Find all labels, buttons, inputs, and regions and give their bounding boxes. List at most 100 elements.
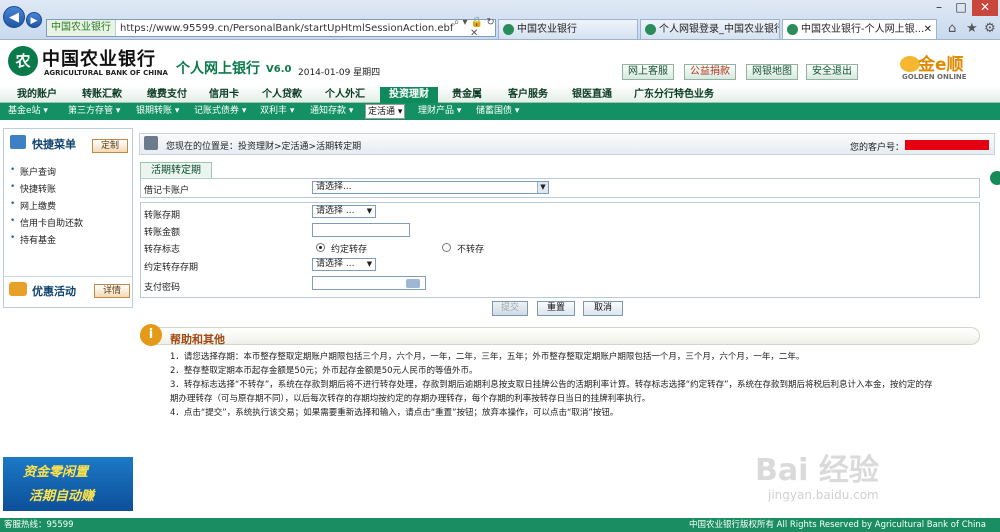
debit-card-select[interactable]: 请选择... ▼ (312, 181, 549, 194)
dropdown-arrow-icon: ▼ (537, 182, 548, 193)
help-title: 帮助和其他 (170, 333, 225, 346)
copyright: 中国农业银行版权所有 All Rights Reserved by Agricu… (688, 520, 986, 530)
subnav-bonds[interactable]: 记账式债券 ▾ (194, 104, 246, 119)
transfer-flag-label: 转存标志 (144, 245, 181, 255)
maximize-button[interactable]: □ (950, 0, 972, 16)
agreed-term-select[interactable]: 请选择 ... ▼ (312, 258, 376, 271)
sidebar-item-quick-transfer[interactable]: 快捷转账 (10, 182, 56, 195)
close-tab-icon[interactable]: ✕ (924, 20, 932, 39)
info-icon: i (140, 324, 162, 346)
subnav-savings-bond[interactable]: 储蓄国债 ▾ (476, 104, 519, 119)
favicon-icon (787, 24, 798, 35)
term-select[interactable]: 请选择 ... ▼ (312, 205, 376, 218)
tab-current-to-fixed[interactable]: 活期转定期 (140, 162, 212, 178)
footer: 客服热线：95599 中国农业银行版权所有 All Rights Reserve… (0, 518, 1000, 532)
settings-icon[interactable]: ⚙ (984, 21, 996, 36)
sidebar-item-account-query[interactable]: 账户查询 (10, 165, 56, 178)
promo-banner[interactable]: 资金零闲置 活期自动赚 (3, 457, 133, 511)
browser-tab-active[interactable]: 中国农业银行-个人网上银... ✕ (782, 19, 937, 39)
radio-no-rollover-label: 不转存 (457, 245, 485, 255)
hotline: 客服热线：95599 (4, 520, 74, 530)
floating-service-icon[interactable] (990, 171, 1000, 185)
nav-transfer[interactable]: 转账汇款 (72, 87, 132, 103)
reset-button[interactable]: 重置 (537, 301, 575, 316)
subnav-fund[interactable]: 基金e站 ▾ (8, 104, 48, 119)
subnav-wealth[interactable]: 理财产品 ▾ (418, 104, 461, 119)
sidebar-item-held-funds[interactable]: 持有基金 (10, 233, 56, 246)
bank-name: 中国农业银行 (42, 49, 156, 70)
nav-my-account[interactable]: 我的账户 (6, 87, 68, 103)
nav-credit-card[interactable]: 信用卡 (200, 87, 248, 103)
home-icon[interactable]: ⌂ (948, 21, 956, 36)
subnav-notice-deposit[interactable]: 通知存款 ▾ (310, 104, 353, 119)
amount-label: 转账金额 (144, 228, 181, 238)
favorites-icon[interactable]: ★ (966, 21, 978, 36)
abc-logo-icon: 农 (8, 46, 38, 76)
details-button[interactable]: 详情 (94, 284, 130, 298)
radio-agreed-rollover[interactable] (316, 243, 325, 252)
customize-button[interactable]: 定制 (92, 139, 128, 153)
nav-precious-metal[interactable]: 贵金属 (442, 87, 492, 103)
help-line: 3．转存标志选择“不转存”，系统在存款到期后将不进行转存处理，存款到期后逾期利息… (170, 380, 933, 390)
golden-online-logo: 金e顺 GOLDEN ONLINE (900, 55, 967, 81)
submit-button[interactable]: 提交 (492, 301, 528, 316)
subnav-futures[interactable]: 银期转账 ▾ (136, 104, 179, 119)
nav-investment[interactable]: 投资理财 (380, 87, 438, 103)
version-label: V6.0 (266, 64, 292, 75)
current-date: 2014-01-09 星期四 (298, 68, 381, 78)
amount-input[interactable] (312, 223, 410, 237)
golden-ingot-icon (900, 56, 920, 72)
back-icon[interactable]: ◀ (3, 6, 25, 28)
quick-menu-icon (10, 135, 26, 149)
breadcrumb: 您现在的位置是：投资理财>定活通>活期转定期 (166, 142, 362, 152)
online-service-button[interactable]: 网上客服 (622, 64, 674, 80)
favicon-icon (645, 24, 656, 35)
password-label: 支付密码 (144, 283, 181, 293)
site-map-button[interactable]: 网银地图 (746, 64, 798, 80)
help-line: 1．请您选择存期：本币整存整取定期账户期限包括三个月，六个月，一年，二年，三年，… (170, 352, 805, 362)
nav-personal-loan[interactable]: 个人贷款 (252, 87, 312, 103)
bank-name-en: AGRICULTURAL BANK OF CHINA (44, 69, 168, 77)
agreed-term-label: 约定转存存期 (144, 263, 199, 273)
browser-tab[interactable]: 个人网银登录_中国农业银行 (640, 19, 780, 39)
sidebar-item-card-repay[interactable]: 信用卡自助还款 (10, 216, 83, 229)
address-bar[interactable]: 中国农业银行 https://www.95599.cn/PersonalBank… (46, 17, 496, 39)
nav-payment[interactable]: 缴费支付 (136, 87, 198, 103)
help-line: 2．整存整取定期本币起存金额是50元；外币起存金额是50元人民币的等值外币。 (170, 366, 478, 376)
subnav-third-party[interactable]: 第三方存管 ▾ (68, 104, 120, 119)
term-label: 转账存期 (144, 211, 181, 221)
nav-customer-service[interactable]: 客户服务 (498, 87, 558, 103)
form-table (140, 202, 980, 298)
url-text[interactable]: https://www.95599.cn/PersonalBank/startU… (116, 23, 453, 34)
help-line: 4．点击“提交”，系统执行该交易；如果需要重新选择和输入，请点击“重置”按钮；放… (170, 408, 619, 418)
nav-guangdong[interactable]: 广东分行特色业务 (626, 87, 722, 103)
nav-medical[interactable]: 银医直通 (562, 87, 622, 103)
site-identity: 中国农业银行 (47, 20, 116, 36)
donation-button[interactable]: 公益捐款 (684, 64, 736, 80)
form-row (140, 178, 980, 198)
close-window-button[interactable]: ✕ (972, 0, 998, 16)
customer-number-label: 您的客户号： (850, 143, 905, 153)
cancel-button[interactable]: 取消 (583, 301, 623, 316)
browser-tab[interactable]: 中国农业银行 (498, 19, 638, 39)
subnav-shuanglifeng[interactable]: 双利丰 ▾ (260, 104, 294, 119)
radio-no-rollover[interactable] (442, 243, 451, 252)
help-bar (140, 327, 980, 345)
product-name: 个人网上银行 (176, 61, 260, 77)
search-refresh-icon[interactable]: ⌕ ▾ 🔒 ↻ ✕ (453, 17, 495, 39)
favicon-icon (503, 24, 514, 35)
location-icon (144, 136, 158, 150)
forward-icon[interactable]: ▶ (26, 12, 42, 28)
dropdown-arrow-icon: ▼ (364, 206, 375, 217)
debit-card-label: 借记卡账户 (144, 186, 190, 196)
logout-button[interactable]: 安全退出 (806, 64, 858, 80)
nav-forex[interactable]: 个人外汇 (314, 87, 376, 103)
sidebar-item-online-payment[interactable]: 网上缴费 (10, 199, 56, 212)
keyboard-icon[interactable] (406, 279, 420, 288)
dropdown-arrow-icon: ▼ (364, 259, 375, 270)
minimize-button[interactable]: – (928, 0, 950, 16)
customer-number-redacted (905, 140, 989, 150)
radio-agreed-rollover-label: 约定转存 (331, 245, 368, 255)
subnav-dinghuotong[interactable]: 定活通 ▾ (365, 104, 406, 119)
gift-icon (9, 282, 27, 296)
